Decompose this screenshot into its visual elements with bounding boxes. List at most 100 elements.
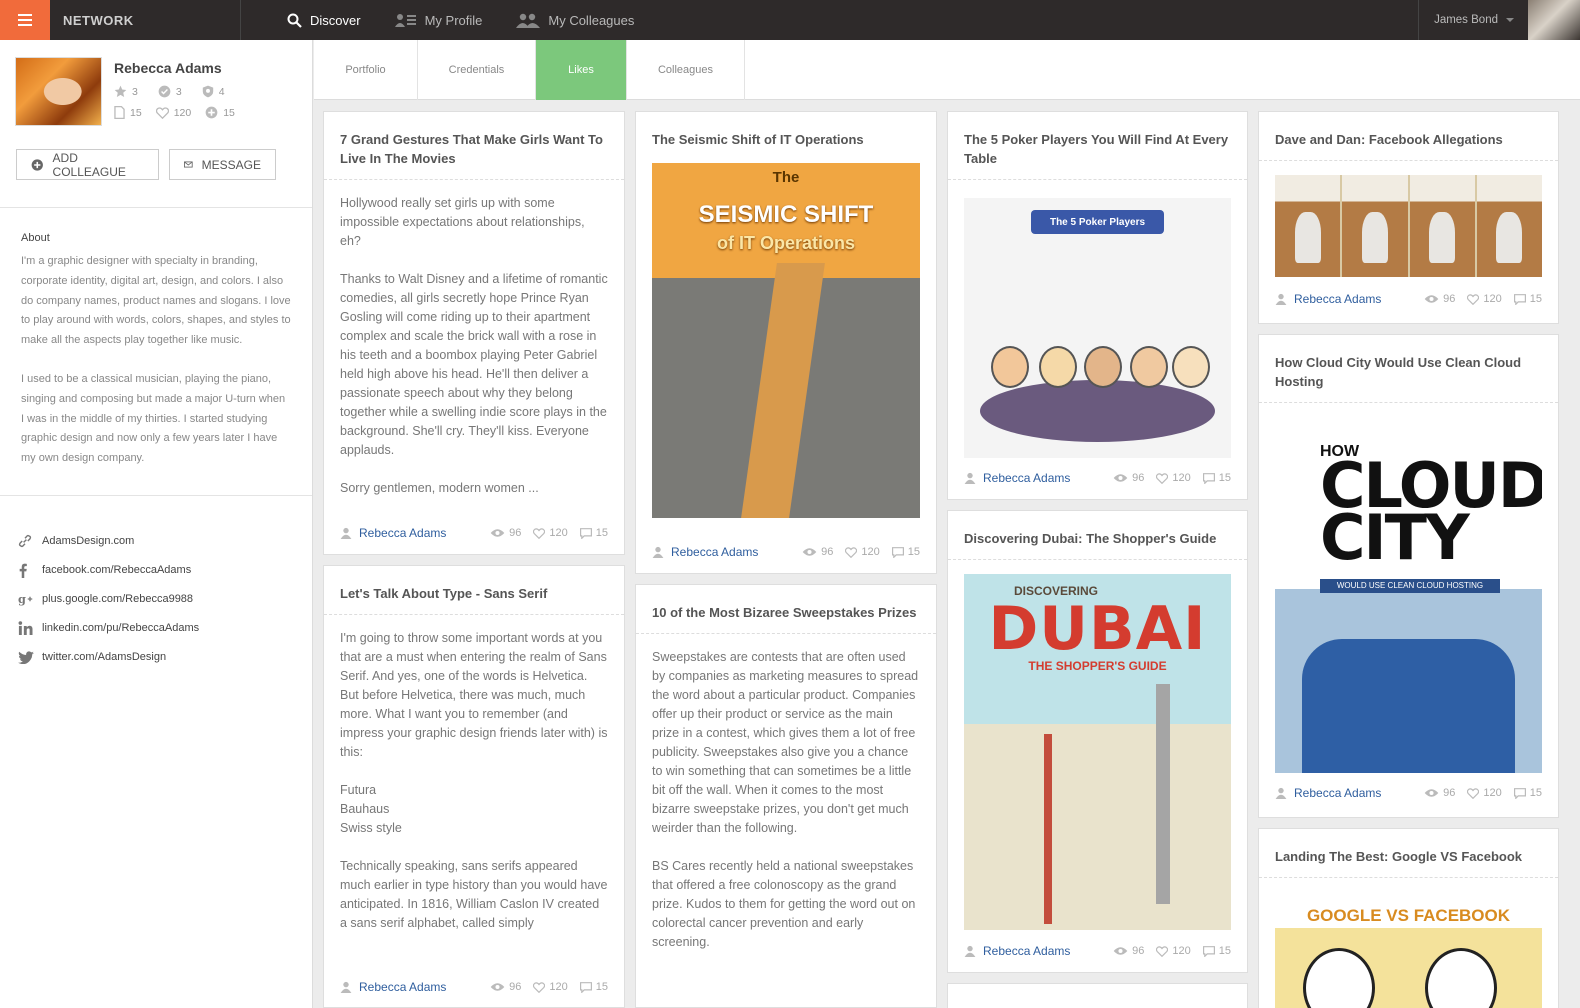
- post-image[interactable]: The SEISMIC SHIFT of IT Operations: [652, 163, 920, 518]
- nav-my-profile[interactable]: My Profile: [394, 13, 482, 28]
- top-bar: NETWORK Discover My Profile My Colleague…: [0, 0, 1580, 40]
- likes-count[interactable]: 120: [1467, 293, 1502, 305]
- search-icon: [287, 13, 302, 28]
- comments-count[interactable]: 15: [1202, 472, 1231, 484]
- profile-name: Rebecca Adams: [114, 60, 222, 76]
- post-card[interactable]: 10 of the Most Bizaree Sweepstakes Prize…: [635, 584, 937, 1008]
- add-colleague-button[interactable]: ADD COLLEAGUE: [16, 149, 159, 180]
- post-card[interactable]: Let's Talk About Type - Sans Serif I'm g…: [323, 565, 625, 1008]
- heart-icon: [1467, 293, 1480, 305]
- menu-button[interactable]: [0, 0, 50, 40]
- views-count: 96: [1424, 787, 1455, 799]
- message-button[interactable]: MESSAGE: [169, 149, 276, 180]
- post-author-link[interactable]: Rebecca Adams: [340, 980, 446, 994]
- comments-count[interactable]: 15: [1513, 293, 1542, 305]
- post-author-link[interactable]: Rebecca Adams: [1275, 292, 1381, 306]
- heart-icon: [155, 106, 169, 119]
- post-footer: Rebecca Adams 96 120 15: [1275, 786, 1542, 800]
- post-excerpt: Sweepstakes are contests that are often …: [652, 650, 919, 949]
- post-author-link[interactable]: Rebecca Adams: [340, 526, 446, 540]
- nav-discover[interactable]: Discover: [287, 13, 361, 28]
- likes-count[interactable]: 120: [1156, 945, 1191, 957]
- comment-icon: [891, 546, 904, 558]
- post-image[interactable]: HOW CLOUD CITY WOULD USE CLEAN CLOUD HOS…: [1275, 439, 1542, 773]
- post-meta: 96 120 15: [490, 527, 608, 539]
- post-card[interactable]: How Cloud City Would Use Clean Cloud Hos…: [1258, 334, 1559, 818]
- post-title[interactable]: The Seismic Shift of IT Operations: [636, 112, 936, 149]
- heart-icon: [845, 546, 858, 558]
- likes-count[interactable]: 120: [1467, 787, 1502, 799]
- post-title[interactable]: Let's Talk About Type - Sans Serif: [324, 566, 624, 603]
- nav-my-colleagues-label: My Colleagues: [548, 12, 635, 28]
- post-card[interactable]: 7 Grand Gestures That Make Girls Want To…: [323, 111, 625, 555]
- link-linkedin[interactable]: linkedin.com/pu/RebeccaAdams: [18, 614, 312, 643]
- heart-icon: [533, 527, 546, 539]
- post-title[interactable]: The 5 Poker Players You Will Find At Eve…: [948, 112, 1247, 168]
- post-meta: 96 120 15: [802, 546, 920, 558]
- star-icon: [114, 85, 127, 98]
- post-title[interactable]: 10 of the Most Bizaree Sweepstakes Prize…: [636, 585, 936, 622]
- tab-credentials[interactable]: Credentials: [418, 40, 536, 100]
- profile-stats-top: 3 3 4: [114, 85, 235, 98]
- post-image[interactable]: [1275, 175, 1542, 277]
- stat-documents: 15: [114, 106, 142, 119]
- tab-colleagues[interactable]: Colleagues: [627, 40, 745, 100]
- post-meta: 96 120 15: [490, 981, 608, 993]
- user-avatar[interactable]: [1528, 0, 1580, 40]
- comments-count[interactable]: 15: [579, 527, 608, 539]
- social-links: AdamsDesign.com facebook.com/RebeccaAdam…: [0, 496, 312, 672]
- user-icon: [1275, 787, 1287, 799]
- post-image[interactable]: The 5 Poker Players: [964, 198, 1231, 458]
- nav-my-colleagues[interactable]: My Colleagues: [516, 13, 634, 28]
- tab-portfolio[interactable]: Portfolio: [314, 40, 418, 100]
- post-author-link[interactable]: Rebecca Adams: [964, 471, 1070, 485]
- link-website[interactable]: AdamsDesign.com: [18, 527, 312, 556]
- colleagues-icon: [516, 13, 541, 28]
- likes-count[interactable]: 120: [533, 527, 568, 539]
- link-facebook[interactable]: facebook.com/RebeccaAdams: [18, 556, 312, 585]
- user-icon: [1275, 293, 1287, 305]
- comment-icon: [579, 527, 592, 539]
- user-menu[interactable]: James Bond: [1418, 0, 1528, 40]
- profile-avatar: [15, 57, 102, 126]
- link-google-plus[interactable]: g plus.google.com/Rebecca9988: [18, 585, 312, 614]
- likes-count[interactable]: 120: [1156, 472, 1191, 484]
- link-icon: [18, 534, 42, 548]
- user-icon: [652, 546, 664, 558]
- post-meta: 96 120 15: [1424, 293, 1542, 305]
- comments-count[interactable]: 15: [579, 981, 608, 993]
- post-meta: 96 120 15: [1424, 787, 1542, 799]
- post-card[interactable]: [947, 983, 1248, 1008]
- post-card[interactable]: The Seismic Shift of IT Operations The S…: [635, 111, 937, 574]
- post-footer: Rebecca Adams 96 120 15: [964, 471, 1231, 485]
- comments-count[interactable]: 15: [1202, 945, 1231, 957]
- post-card[interactable]: Landing The Best: Google VS Facebook GOO…: [1258, 828, 1559, 1008]
- post-author-link[interactable]: Rebecca Adams: [964, 944, 1070, 958]
- post-image[interactable]: GOOGLE VS FACEBOOK: [1275, 898, 1542, 1008]
- comments-count[interactable]: 15: [1513, 787, 1542, 799]
- tab-likes[interactable]: Likes: [536, 40, 627, 100]
- svg-text:g: g: [18, 592, 26, 606]
- post-author-link[interactable]: Rebecca Adams: [1275, 786, 1381, 800]
- post-title[interactable]: Dave and Dan: Facebook Allegations: [1259, 112, 1558, 149]
- comments-count[interactable]: 15: [891, 546, 920, 558]
- about-paragraph: I'm a graphic designer with specialty in…: [21, 255, 291, 347]
- post-card[interactable]: Dave and Dan: Facebook Allegations Rebec…: [1258, 111, 1559, 324]
- post-title[interactable]: 7 Grand Gestures That Make Girls Want To…: [324, 112, 624, 168]
- profile-sidebar: Rebecca Adams 3 3 4 15 120 15 ADD COLLEA…: [0, 40, 313, 1008]
- post-title[interactable]: How Cloud City Would Use Clean Cloud Hos…: [1259, 335, 1558, 391]
- heart-icon: [1467, 787, 1480, 799]
- post-title[interactable]: Landing The Best: Google VS Facebook: [1259, 829, 1558, 866]
- likes-count[interactable]: 120: [845, 546, 880, 558]
- post-author-link[interactable]: Rebecca Adams: [652, 545, 758, 559]
- link-twitter[interactable]: twitter.com/AdamsDesign: [18, 643, 312, 672]
- brand-name: NETWORK: [50, 0, 241, 40]
- post-card[interactable]: The 5 Poker Players You Will Find At Eve…: [947, 111, 1248, 500]
- post-footer: Rebecca Adams 96 120 15: [340, 526, 608, 540]
- profile-tabs: Portfolio Credentials Likes Colleagues: [314, 40, 1580, 100]
- post-image[interactable]: DISCOVERING DUBAI THE SHOPPER'S GUIDE: [964, 574, 1231, 930]
- views-count: 96: [1113, 472, 1144, 484]
- likes-count[interactable]: 120: [533, 981, 568, 993]
- post-title[interactable]: Discovering Dubai: The Shopper's Guide: [948, 511, 1247, 548]
- post-card[interactable]: Discovering Dubai: The Shopper's Guide D…: [947, 510, 1248, 973]
